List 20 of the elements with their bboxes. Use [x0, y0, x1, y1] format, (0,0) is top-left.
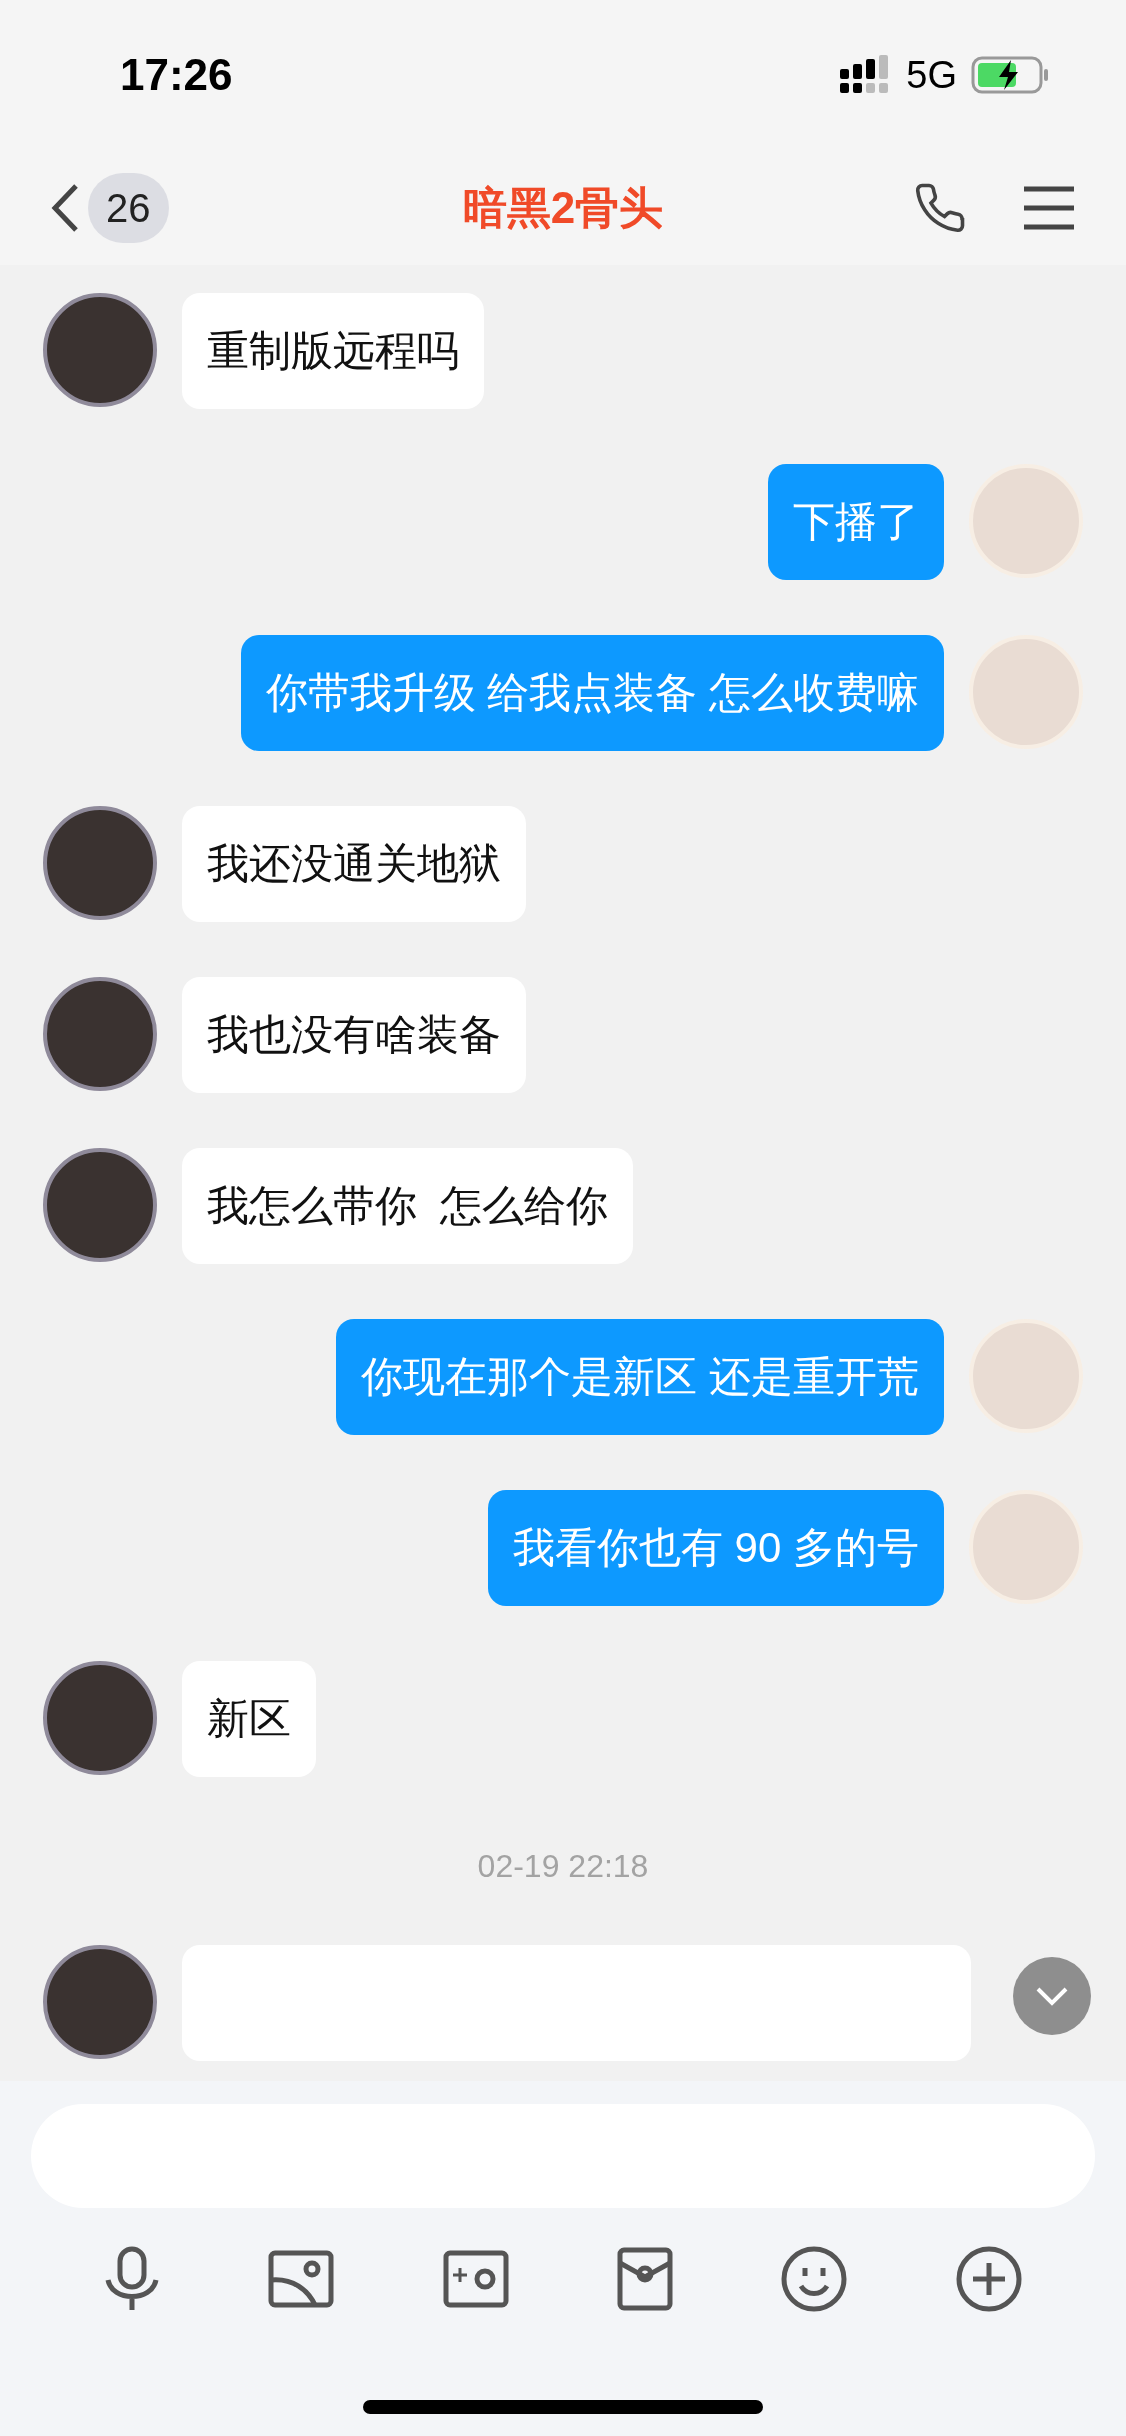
battery-charging-icon: [971, 55, 1051, 95]
network-type: 5G: [906, 52, 957, 98]
photo-sparkle-icon[interactable]: [442, 2250, 509, 2308]
message-bubble[interactable]: 我也没有啥装备: [182, 977, 526, 1093]
message-timestamp: 02-19 22:18: [477, 1847, 649, 1886]
envelope-icon[interactable]: [617, 2247, 674, 2311]
menu-icon[interactable]: [1022, 184, 1076, 231]
microphone-icon[interactable]: [104, 2246, 161, 2312]
smiley-icon[interactable]: [781, 2246, 848, 2312]
chevron-down-icon: [1035, 1986, 1069, 2006]
message-bubble[interactable]: 新区: [182, 1661, 316, 1777]
plus-circle-icon[interactable]: [955, 2246, 1022, 2312]
image-icon[interactable]: [268, 2250, 335, 2308]
unread-count-badge[interactable]: 26: [88, 172, 169, 243]
message-bubble[interactable]: 重制版远程吗: [182, 293, 484, 409]
message-bubble[interactable]: 我还没通关地狱: [182, 806, 526, 922]
status-time: 17:26: [120, 49, 233, 101]
message-bubble[interactable]: 我怎么带你 怎么给你: [182, 1148, 634, 1264]
back-chevron-icon[interactable]: [50, 182, 80, 233]
chat-title: 暗黑2骨头: [462, 181, 664, 234]
